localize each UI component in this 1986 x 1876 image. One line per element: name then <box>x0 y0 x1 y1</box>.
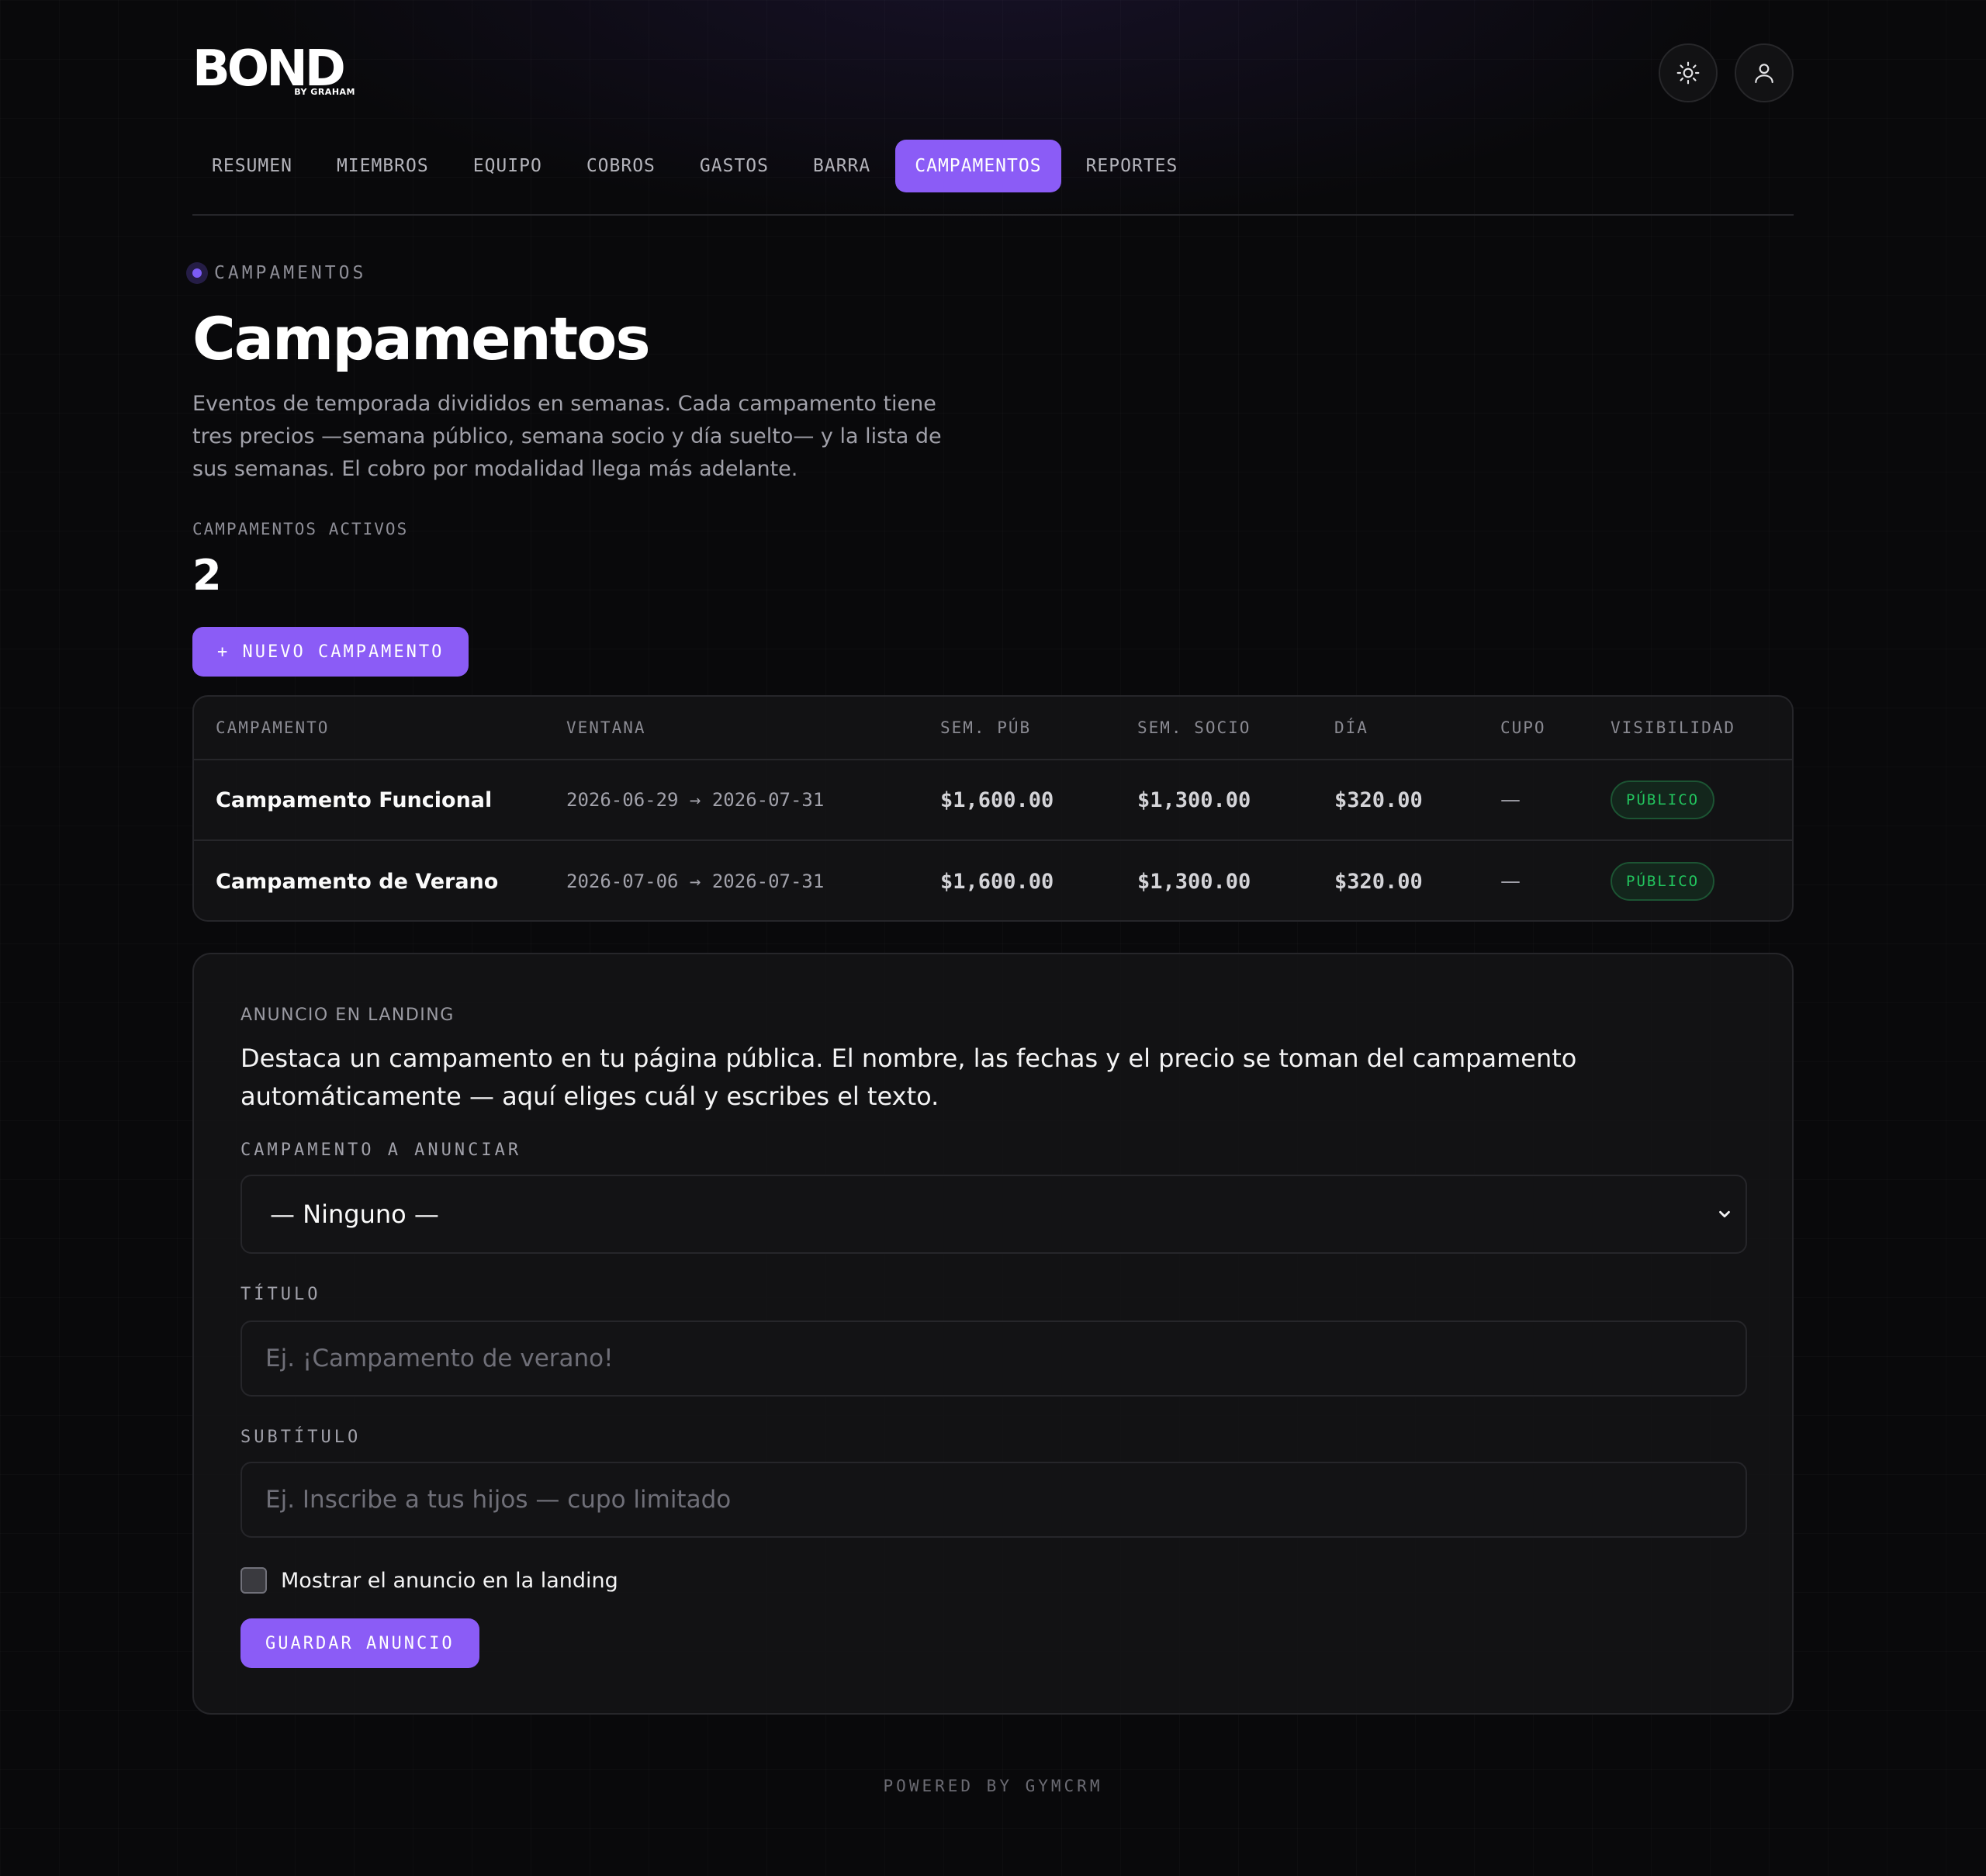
price-day: $320.00 <box>1334 869 1423 894</box>
new-camp-button[interactable]: + NUEVO CAMPAMENTO <box>192 627 469 677</box>
tab-equipo[interactable]: EQUIPO <box>454 140 562 192</box>
header: BOND BY GRAHAM <box>192 0 1794 132</box>
footer-powered-by: POWERED BY GYMCRM <box>883 1777 1103 1795</box>
column-header: SEM. SOCIO <box>1137 718 1251 737</box>
table-header-row: CAMPAMENTO VENTANA SEM. PÚB SEM. SOCIO D… <box>194 697 1792 760</box>
subtitle-input-placeholder: Ej. Inscribe a tus hijos — cupo limitado <box>265 1486 732 1514</box>
page-title: Campamentos <box>192 304 651 373</box>
camp-select-value: — Ninguno — <box>270 1199 439 1229</box>
title-input[interactable]: Ej. ¡Campamento de verano! <box>240 1320 1747 1397</box>
active-camps-count: 2 <box>192 551 222 600</box>
camp-window: 2026-07-06 → 2026-07-31 <box>566 871 825 892</box>
announcement-eyebrow: ANUNCIO EN LANDING <box>240 1005 455 1025</box>
tab-barra[interactable]: BARRA <box>794 140 890 192</box>
tab-resumen[interactable]: RESUMEN <box>192 140 312 192</box>
tab-gastos[interactable]: GASTOS <box>680 140 788 192</box>
subtitle-input[interactable]: Ej. Inscribe a tus hijos — cupo limitado <box>240 1462 1747 1538</box>
tab-reportes[interactable]: REPORTES <box>1067 140 1198 192</box>
tab-campamentos[interactable]: CAMPAMENTOS <box>895 140 1061 192</box>
title-field-label: TÍTULO <box>240 1285 321 1304</box>
status-badge: PÚBLICO <box>1611 781 1715 819</box>
sun-icon <box>1676 61 1700 85</box>
camp-name[interactable]: Campamento Funcional <box>216 760 492 839</box>
column-header: VISIBILIDAD <box>1611 718 1736 737</box>
tab-miembros[interactable]: MIEMBROS <box>317 140 448 192</box>
brand-logo[interactable]: BOND BY GRAHAM <box>192 40 358 98</box>
tab-cobros[interactable]: COBROS <box>567 140 675 192</box>
app-container: BOND BY GRAHAM RESUMEN MIEMBROS EQUIPO C… <box>186 0 1794 1715</box>
camp-capacity: — <box>1500 870 1521 893</box>
table-row[interactable]: Campamento de Verano 2026-07-06 → 2026-0… <box>194 841 1792 920</box>
column-header: VENTANA <box>566 718 646 737</box>
title-input-placeholder: Ej. ¡Campamento de verano! <box>265 1345 614 1372</box>
show-announcement-label: Mostrar el anuncio en la landing <box>281 1568 618 1593</box>
column-header: CAMPAMENTO <box>216 718 330 737</box>
announcement-description: Destaca un campamento en tu página públi… <box>240 1044 1577 1111</box>
show-announcement-checkbox[interactable] <box>240 1567 267 1594</box>
show-announcement-toggle[interactable]: Mostrar el anuncio en la landing <box>240 1567 618 1594</box>
camp-window: 2026-06-29 → 2026-07-31 <box>566 789 825 811</box>
table-row[interactable]: Campamento Funcional 2026-06-29 → 2026-0… <box>194 760 1792 841</box>
brand-name: BOND <box>192 40 346 98</box>
camp-select[interactable]: — Ninguno — <box>240 1175 1747 1254</box>
price-day: $320.00 <box>1334 787 1423 812</box>
visibility-cell: PÚBLICO <box>1611 841 1715 920</box>
chevron-down-icon <box>1719 1210 1730 1218</box>
nav-divider <box>192 214 1794 216</box>
eyebrow-dot-icon <box>186 262 208 284</box>
announcement-card: ANUNCIO EN LANDING Destaca un campamento… <box>192 953 1794 1715</box>
camp-name[interactable]: Campamento de Verano <box>216 841 498 920</box>
brand-sub: BY GRAHAM <box>294 87 355 97</box>
column-header: DÍA <box>1334 718 1368 737</box>
user-menu-button[interactable] <box>1735 43 1794 102</box>
status-badge: PÚBLICO <box>1611 862 1715 901</box>
price-week-public: $1,600.00 <box>940 869 1054 894</box>
price-week-member: $1,300.00 <box>1137 869 1251 894</box>
main-nav-tabs: RESUMEN MIEMBROS EQUIPO COBROS GASTOS BA… <box>192 140 1202 192</box>
active-camps-label: CAMPAMENTOS ACTIVOS <box>192 520 409 538</box>
page-description: Eventos de temporada divididos en semana… <box>192 392 942 481</box>
camp-select-label: CAMPAMENTO A ANUNCIAR <box>240 1140 522 1160</box>
column-header: CUPO <box>1500 718 1546 737</box>
price-week-member: $1,300.00 <box>1137 787 1251 812</box>
theme-toggle-button[interactable] <box>1659 43 1718 102</box>
user-icon <box>1755 64 1773 84</box>
camps-table: CAMPAMENTO VENTANA SEM. PÚB SEM. SOCIO D… <box>192 695 1794 922</box>
camp-capacity: — <box>1500 788 1521 812</box>
visibility-cell: PÚBLICO <box>1611 760 1715 839</box>
price-week-public: $1,600.00 <box>940 787 1054 812</box>
eyebrow-label: CAMPAMENTOS <box>214 263 367 283</box>
column-header: SEM. PÚB <box>940 718 1032 737</box>
save-announcement-button[interactable]: GUARDAR ANUNCIO <box>240 1618 479 1668</box>
page-eyebrow: CAMPAMENTOS <box>186 262 366 284</box>
subtitle-field-label: SUBTÍTULO <box>240 1428 362 1447</box>
